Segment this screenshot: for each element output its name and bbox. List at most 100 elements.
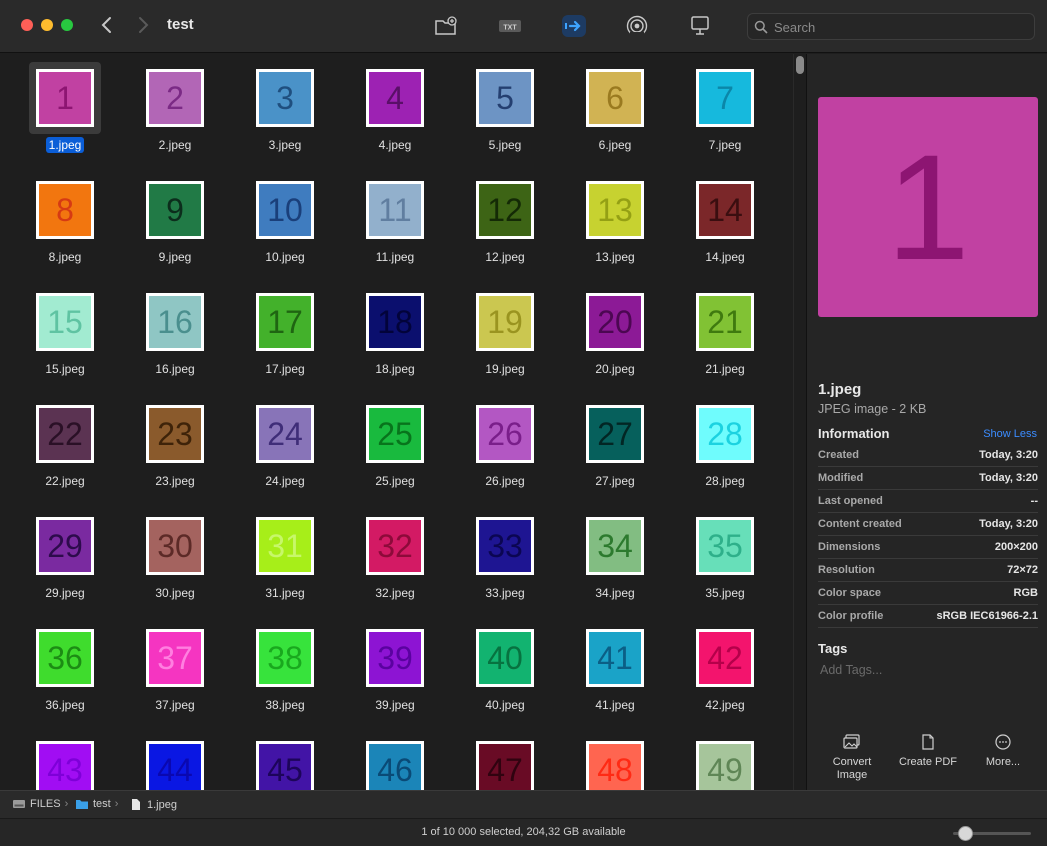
file-item[interactable]: 37 37.jpeg xyxy=(120,622,230,734)
file-item[interactable]: 20 20.jpeg xyxy=(560,286,670,398)
thumbnail-frame: 34 xyxy=(579,510,651,582)
info-key: Last opened xyxy=(818,495,883,507)
search-input[interactable] xyxy=(774,18,1024,36)
convert-image-button[interactable]: Convert Image xyxy=(823,734,881,781)
file-item[interactable]: 29 29.jpeg xyxy=(10,510,120,622)
file-item[interactable]: 19 19.jpeg xyxy=(450,286,560,398)
file-item[interactable]: 38 38.jpeg xyxy=(230,622,340,734)
file-name: 8.jpeg xyxy=(48,250,82,264)
new-folder-button[interactable] xyxy=(433,13,459,39)
file-item[interactable]: 26 26.jpeg xyxy=(450,398,560,510)
minimize-window-button[interactable] xyxy=(41,19,53,31)
file-name: 22.jpeg xyxy=(45,474,85,488)
file-item[interactable]: 1 1.jpeg xyxy=(10,62,120,174)
file-item[interactable]: 30 30.jpeg xyxy=(120,510,230,622)
create-pdf-button[interactable]: Create PDF xyxy=(893,734,963,768)
file-item[interactable]: 10 10.jpeg xyxy=(230,174,340,286)
file-label: 20.jpeg xyxy=(560,362,670,376)
thumbnail-frame: 49 xyxy=(689,734,761,790)
file-name: 19.jpeg xyxy=(485,362,525,376)
file-item[interactable]: 23 23.jpeg xyxy=(120,398,230,510)
file-item[interactable]: 15 15.jpeg xyxy=(10,286,120,398)
file-thumbnail: 29 xyxy=(36,517,94,575)
file-item[interactable]: 22 22.jpeg xyxy=(10,398,120,510)
file-thumbnail: 47 xyxy=(476,741,534,790)
show-less-link[interactable]: Show Less xyxy=(983,428,1037,440)
file-thumbnail: 7 xyxy=(696,69,754,127)
file-thumbnail: 12 xyxy=(476,181,534,239)
thumbnail-frame: 2 xyxy=(139,62,211,134)
file-item[interactable]: 3 3.jpeg xyxy=(230,62,340,174)
add-tags-field[interactable]: Add Tags... xyxy=(820,663,882,677)
file-item[interactable]: 16 16.jpeg xyxy=(120,286,230,398)
file-label: 10.jpeg xyxy=(230,250,340,264)
file-thumbnail: 46 xyxy=(366,741,424,790)
file-item[interactable]: 27 27.jpeg xyxy=(560,398,670,510)
file-thumbnail: 18 xyxy=(366,293,424,351)
file-item[interactable]: 4545.jpeg xyxy=(230,734,340,790)
forward-button[interactable] xyxy=(132,14,154,36)
txt-file-button[interactable]: TXT xyxy=(497,13,523,39)
scrollbar-thumb[interactable] xyxy=(796,56,804,74)
file-item[interactable]: 42 42.jpeg xyxy=(670,622,780,734)
file-item[interactable]: 36 36.jpeg xyxy=(10,622,120,734)
close-window-button[interactable] xyxy=(21,19,33,31)
path-files-label: FILES xyxy=(30,798,61,810)
path-item-test[interactable]: test › xyxy=(75,798,118,810)
transfer-button[interactable] xyxy=(561,13,587,39)
file-item[interactable]: 4444.jpeg xyxy=(120,734,230,790)
desktop-button[interactable] xyxy=(687,13,713,39)
file-item[interactable]: 4 4.jpeg xyxy=(340,62,450,174)
file-item[interactable]: 9 9.jpeg xyxy=(120,174,230,286)
file-item[interactable]: 35 35.jpeg xyxy=(670,510,780,622)
back-button[interactable] xyxy=(96,14,118,36)
file-item[interactable]: 4646.jpeg xyxy=(340,734,450,790)
vertical-scrollbar[interactable] xyxy=(793,54,806,790)
file-item[interactable]: 4949.jpeg xyxy=(670,734,780,790)
file-item[interactable]: 25 25.jpeg xyxy=(340,398,450,510)
file-item[interactable]: 40 40.jpeg xyxy=(450,622,560,734)
path-item-files[interactable]: FILES › xyxy=(12,798,68,810)
file-item[interactable]: 28 28.jpeg xyxy=(670,398,780,510)
file-item[interactable]: 6 6.jpeg xyxy=(560,62,670,174)
file-item[interactable]: 17 17.jpeg xyxy=(230,286,340,398)
info-row-resolution: Resolution 72×72 xyxy=(818,559,1038,582)
convert-image-icon xyxy=(843,734,860,749)
file-item[interactable]: 11 11.jpeg xyxy=(340,174,450,286)
file-item[interactable]: 12 12.jpeg xyxy=(450,174,560,286)
file-item[interactable]: 24 24.jpeg xyxy=(230,398,340,510)
file-name: 23.jpeg xyxy=(155,474,195,488)
file-item[interactable]: 13 13.jpeg xyxy=(560,174,670,286)
file-item[interactable]: 33 33.jpeg xyxy=(450,510,560,622)
file-thumbnail: 38 xyxy=(256,629,314,687)
file-item[interactable]: 4848.jpeg xyxy=(560,734,670,790)
info-value: 200×200 xyxy=(994,541,1038,553)
file-item[interactable]: 18 18.jpeg xyxy=(340,286,450,398)
file-name: 25.jpeg xyxy=(375,474,415,488)
search-field[interactable] xyxy=(747,13,1035,40)
thumbnail-frame: 9 xyxy=(139,174,211,246)
icon-size-slider-knob[interactable] xyxy=(957,826,973,841)
file-item[interactable]: 4747.jpeg xyxy=(450,734,560,790)
file-item[interactable]: 7 7.jpeg xyxy=(670,62,780,174)
file-item[interactable]: 14 14.jpeg xyxy=(670,174,780,286)
file-item[interactable]: 2 2.jpeg xyxy=(120,62,230,174)
file-grid-view[interactable]: 1 1.jpeg 2 2.jpeg 3 3.jpeg 4 4.jpeg 5 5.jpeg 6 6.jp… xyxy=(0,54,806,790)
file-thumbnail: 3 xyxy=(256,69,314,127)
file-item[interactable]: 31 31.jpeg xyxy=(230,510,340,622)
file-item[interactable]: 5 5.jpeg xyxy=(450,62,560,174)
file-item[interactable]: 21 21.jpeg xyxy=(670,286,780,398)
info-value: Today, 3:20 xyxy=(979,518,1038,530)
airdrop-button[interactable] xyxy=(624,13,650,39)
zoom-window-button[interactable] xyxy=(61,19,73,31)
airdrop-icon xyxy=(626,15,648,38)
file-label: 21.jpeg xyxy=(670,362,780,376)
file-item[interactable]: 32 32.jpeg xyxy=(340,510,450,622)
path-item-file[interactable]: 1.jpeg xyxy=(130,798,177,811)
more-button[interactable]: More... xyxy=(979,734,1027,768)
file-item[interactable]: 4343.jpeg xyxy=(10,734,120,790)
file-item[interactable]: 34 34.jpeg xyxy=(560,510,670,622)
file-item[interactable]: 41 41.jpeg xyxy=(560,622,670,734)
file-item[interactable]: 8 8.jpeg xyxy=(10,174,120,286)
file-item[interactable]: 39 39.jpeg xyxy=(340,622,450,734)
